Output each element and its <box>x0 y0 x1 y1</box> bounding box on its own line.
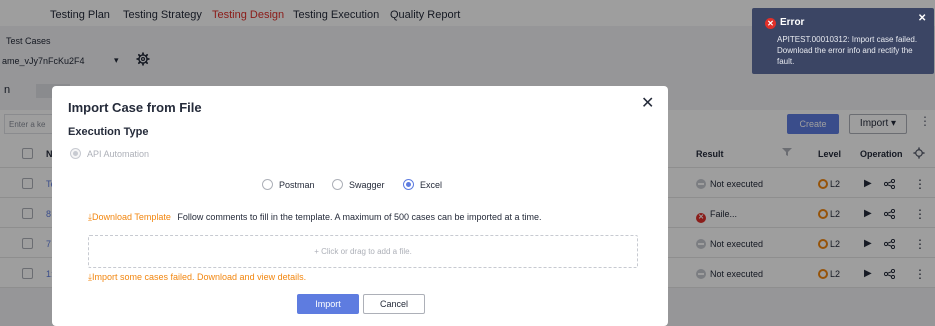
download-template-row: ⤓Download Template Follow comments to fi… <box>88 212 542 223</box>
radio-api-automation <box>70 148 81 159</box>
format-option-postman[interactable]: Postman <box>262 179 315 190</box>
format-label-excel: Excel <box>420 180 443 190</box>
file-dropzone[interactable]: + Click or drag to add a file. <box>88 235 638 268</box>
close-icon[interactable]: ✕ <box>641 96 654 112</box>
format-option-excel[interactable]: Excel <box>403 179 442 190</box>
error-toast: ✕ Error ✕ APITEST.00010312: Import case … <box>752 8 934 74</box>
import-button[interactable]: Import <box>297 294 359 314</box>
radio-label-api-automation: API Automation <box>87 149 150 159</box>
failed-details-label: Import some cases failed. Download and v… <box>91 272 307 282</box>
toast-title: Error <box>780 17 805 28</box>
execution-type-label: Execution Type <box>68 126 149 138</box>
cancel-button[interactable]: Cancel <box>363 294 425 314</box>
download-hint: Follow comments to fill in the template.… <box>177 212 542 222</box>
format-option-swagger[interactable]: Swagger <box>332 179 385 190</box>
radio-excel[interactable] <box>403 179 414 190</box>
format-label-postman: Postman <box>279 180 315 190</box>
execution-type-radio: API Automation <box>70 148 149 159</box>
toast-message: APITEST.00010312: Import case failed. Do… <box>777 35 918 66</box>
dialog-title: Import Case from File <box>68 100 202 115</box>
format-label-swagger: Swagger <box>349 180 385 190</box>
error-icon: ✕ <box>765 18 776 29</box>
failed-details-link[interactable]: ⤓Import some cases failed. Download and … <box>88 272 306 283</box>
radio-postman[interactable] <box>262 179 273 190</box>
radio-swagger[interactable] <box>332 179 343 190</box>
download-template-label: Download Template <box>91 212 171 222</box>
download-template-link[interactable]: ⤓Download Template <box>88 212 171 222</box>
close-icon[interactable]: ✕ <box>918 13 926 24</box>
import-case-dialog: Import Case from File ✕ Execution Type A… <box>52 86 668 326</box>
